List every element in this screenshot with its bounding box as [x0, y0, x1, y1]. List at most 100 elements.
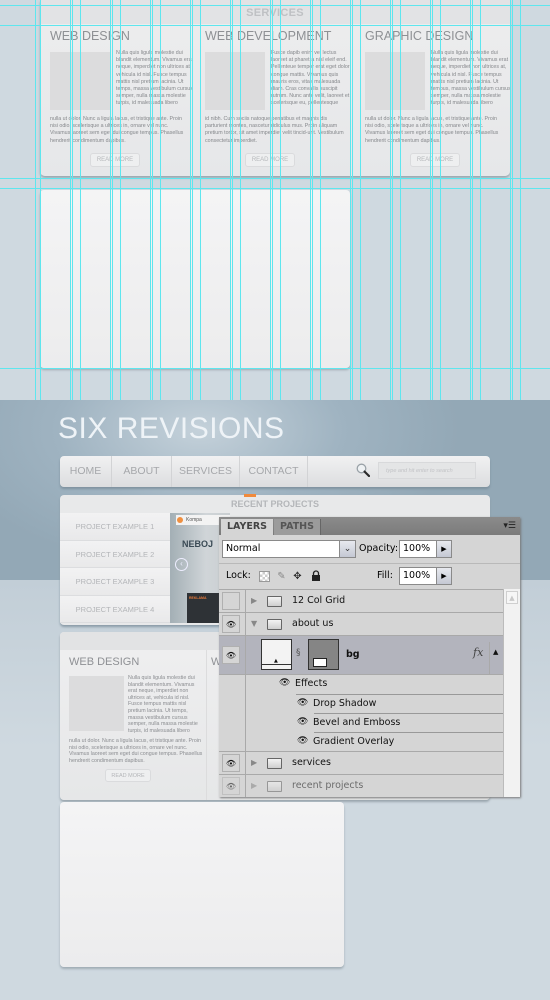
layer-name: about us — [292, 618, 334, 629]
grid-guide-vertical — [350, 0, 351, 400]
nav-about[interactable]: ABOUT — [112, 456, 172, 487]
nav-contact[interactable]: CONTACT — [240, 456, 308, 487]
fill-field[interactable]: 100% ▶ — [399, 567, 452, 585]
eye-icon[interactable]: 👁 — [222, 615, 240, 633]
effects-toggle-icon[interactable]: ▲ — [493, 648, 498, 656]
nav-services[interactable]: SERVICES — [172, 456, 240, 487]
expand-triangle-icon[interactable]: ▶ — [251, 758, 257, 767]
grid-guide-vertical — [230, 0, 231, 400]
expand-triangle-icon[interactable]: ▶ — [251, 596, 257, 605]
link-chain-icon[interactable]: § — [296, 648, 301, 658]
empty-content-card — [60, 802, 344, 967]
grid-guide-vertical — [35, 0, 36, 400]
search-input[interactable]: type and hit enter to search — [378, 462, 476, 479]
search-icon[interactable] — [356, 463, 370, 477]
folder-icon — [267, 781, 282, 792]
grid-guide-vertical — [200, 0, 201, 400]
column-title: GRAPHIC DESIGN — [365, 29, 474, 43]
grid-guide-vertical — [392, 0, 393, 400]
layer-row[interactable]: ▶ 12 Col Grid — [219, 590, 503, 613]
lock-row: Lock: ✎ ✥ Fill: 100% ▶ — [219, 563, 520, 589]
eye-icon[interactable]: 👁 — [297, 736, 308, 746]
column-body-text: nulla ut dolor. Nunc a ligula lacus, et … — [69, 738, 203, 764]
folder-icon — [267, 619, 282, 630]
site-logo: SIX REVISIONS — [58, 412, 285, 445]
grid-guide-vertical — [520, 0, 521, 400]
scroll-up-icon[interactable]: ▲ — [506, 591, 518, 604]
effect-row[interactable]: 👁 Bevel and Emboss — [219, 714, 503, 733]
grid-guide-vertical — [80, 0, 81, 400]
layers-scrollbar[interactable]: ▲ — [503, 589, 520, 797]
read-more-button[interactable]: READ MORE — [105, 769, 151, 782]
column-side-text: Nulla quis ligula molestie dui blandit e… — [116, 50, 194, 107]
collapse-triangle-icon[interactable]: ▼ — [251, 619, 257, 628]
grid-guide-vertical — [512, 0, 513, 400]
lock-brush-icon[interactable]: ✎ — [276, 571, 287, 582]
preview-badge: REKLAMA — [189, 596, 207, 600]
project-item-1[interactable]: PROJECT EXAMPLE 1 — [60, 513, 170, 541]
eye-icon[interactable]: 👁 — [297, 698, 308, 708]
effect-name: Bevel and Emboss — [313, 717, 401, 728]
fill-slider-arrow-icon[interactable]: ▶ — [436, 568, 451, 584]
grid-guide-horizontal — [0, 5, 550, 6]
eye-icon[interactable]: 👁 — [297, 717, 308, 727]
eye-icon[interactable]: 👁 — [222, 754, 240, 772]
opacity-slider-arrow-icon[interactable]: ▶ — [436, 541, 451, 557]
project-item-2[interactable]: PROJECT EXAMPLE 2 — [60, 540, 170, 568]
lock-transparency-icon[interactable] — [259, 571, 270, 582]
blend-mode-value: Normal — [226, 543, 261, 554]
grid-guide-vertical — [160, 0, 161, 400]
expand-triangle-icon[interactable]: ▶ — [251, 781, 257, 790]
grid-guide-vertical — [390, 0, 391, 400]
eye-icon[interactable]: 👁 — [222, 777, 240, 795]
lock-all-icon[interactable] — [310, 570, 321, 581]
nav-home[interactable]: HOME — [60, 456, 112, 487]
layer-row-selected[interactable]: 👁 ▲ § bg fx ▲ — [219, 636, 503, 675]
layer-row[interactable]: 👁 ▼ about us — [219, 613, 503, 636]
grid-guide-vertical — [432, 0, 433, 400]
column-divider — [206, 650, 207, 800]
project-item-3[interactable]: PROJECT EXAMPLE 3 — [60, 568, 170, 596]
opacity-field[interactable]: 100% ▶ — [399, 540, 452, 558]
grid-guide-vertical — [40, 0, 41, 400]
grid-guide-vertical — [240, 0, 241, 400]
grid-guide-vertical — [440, 0, 441, 400]
fx-icon[interactable]: fx — [473, 646, 483, 659]
read-more-button[interactable]: READ MORE — [90, 153, 140, 167]
carousel-prev-icon[interactable]: ‹ — [175, 558, 188, 571]
main-navigation: HOME ABOUT SERVICES CONTACT type and hit… — [60, 456, 490, 487]
chevron-down-icon[interactable]: ⌄ — [339, 541, 355, 557]
grid-guide-vertical — [150, 0, 151, 400]
effects-header-row[interactable]: 👁 Effects — [219, 675, 503, 694]
project-item-4[interactable]: PROJECT EXAMPLE 4 — [60, 595, 170, 623]
panel-menu-icon[interactable]: ▾☰ — [503, 521, 516, 531]
fill-value: 100% — [403, 570, 431, 581]
grid-guide-horizontal — [0, 178, 550, 179]
tab-paths[interactable]: PATHS — [274, 519, 321, 535]
effects-label: Effects — [295, 678, 328, 689]
grid-guide-vertical — [232, 0, 233, 400]
grid-guide-vertical — [320, 0, 321, 400]
grid-guide-vertical — [510, 0, 511, 400]
effect-row[interactable]: 👁 Gradient Overlay — [219, 733, 503, 752]
folder-icon — [267, 758, 282, 769]
website-mockup-section: SIX REVISIONS HOME ABOUT SERVICES CONTAC… — [0, 400, 550, 1000]
layer-name: 12 Col Grid — [292, 595, 346, 606]
brand-logo-icon — [177, 517, 183, 523]
visibility-toggle-empty[interactable] — [222, 592, 240, 610]
grid-guide-vertical — [360, 0, 361, 400]
blend-mode-select[interactable]: Normal ⌄ — [222, 540, 356, 558]
layer-row[interactable]: 👁 ▶ recent projects — [219, 775, 503, 798]
preview-headline: NEBOJ — [182, 539, 214, 549]
eye-icon[interactable]: 👁 — [279, 678, 290, 688]
lock-move-icon[interactable]: ✥ — [292, 571, 303, 582]
eye-icon[interactable]: 👁 — [222, 646, 240, 664]
tab-layers[interactable]: LAYERS — [221, 519, 274, 535]
grid-guide-vertical — [400, 0, 401, 400]
grid-guide-vertical — [312, 0, 313, 400]
grid-guide-vertical — [70, 0, 71, 400]
read-more-button[interactable]: READ MORE — [410, 153, 460, 167]
layer-row[interactable]: 👁 ▶ services — [219, 752, 503, 775]
effect-row[interactable]: 👁 Drop Shadow — [219, 695, 503, 714]
column-body-text: id nibh. Cum sociis natoque penatibus et… — [205, 116, 344, 144]
